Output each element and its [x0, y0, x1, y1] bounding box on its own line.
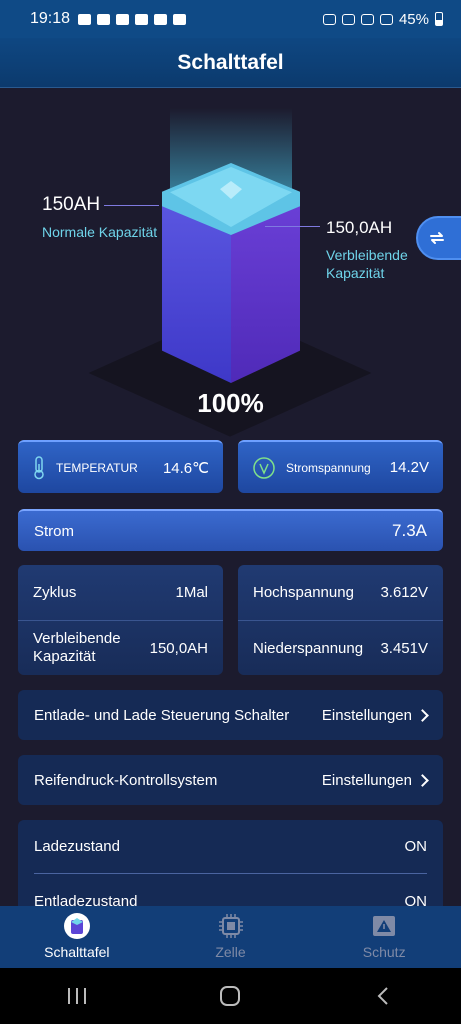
status-time: 19:18	[30, 10, 71, 27]
recent-apps-icon	[67, 988, 86, 1004]
chevron-right-icon	[416, 773, 429, 787]
discharge-state-label: Entladezustand	[34, 892, 138, 907]
signal-icon	[379, 13, 393, 25]
alarm-icon	[322, 13, 336, 25]
charge-control-settings-row[interactable]: Entlade- und Lade Steuerung Schalter Ein…	[18, 690, 443, 740]
back-button[interactable]	[364, 976, 404, 1016]
high-voltage-value: 3.612V	[380, 584, 428, 601]
cycle-label: Zyklus	[33, 584, 77, 601]
warning-icon	[373, 916, 396, 936]
mute-icon	[341, 13, 355, 25]
drive-icon	[173, 13, 187, 25]
app-header: Schalttafel	[0, 38, 461, 88]
system-nav-bar	[0, 968, 461, 1024]
battery-illustration	[88, 108, 372, 437]
voltage-label: Stromspannung	[286, 460, 371, 475]
battery-percent: 45%	[398, 10, 429, 28]
high-voltage-label: Hochspannung	[253, 584, 354, 601]
voltage-card: Stromspannung 14.2V	[238, 440, 443, 493]
remaining-capacity-row-value: 150,0AH	[149, 639, 208, 657]
nav-label-protection: Schutz	[362, 944, 406, 960]
tire-pressure-label: Reifendruck-Kontrollsystem	[34, 771, 218, 789]
cycle-value: 1Mal	[175, 584, 208, 601]
notification-icons	[78, 13, 187, 25]
battery-icon	[63, 913, 90, 939]
charge-state-label: Ladezustand	[34, 838, 120, 855]
thermometer-icon	[34, 455, 44, 479]
status-bar: 19:18 45%	[0, 0, 461, 38]
status-right: 45%	[322, 10, 443, 28]
charge-state-card: Ladezustand ON Entladezustand ON	[18, 820, 443, 906]
battery-cube	[162, 163, 300, 403]
home-icon	[220, 986, 241, 1006]
current-value: 7.3A	[392, 521, 427, 540]
battery-status-icon	[435, 12, 443, 26]
wifi-icon	[360, 13, 374, 25]
charge-control-label: Entlade- und Lade Steuerung Schalter	[34, 706, 290, 724]
youtube-icon	[135, 13, 149, 25]
nav-tab-cell[interactable]: Zelle	[154, 906, 308, 968]
youtube-icon	[97, 13, 111, 25]
voltage-icon	[253, 456, 275, 479]
cell-chip-icon	[218, 914, 243, 938]
low-voltage-label: Niederspannung	[253, 639, 364, 657]
cycle-row: Zyklus 1Mal	[18, 565, 223, 620]
voltage-value: 14.2V	[389, 459, 429, 476]
nav-tab-protection[interactable]: Schutz	[307, 906, 461, 968]
remaining-capacity-line	[265, 226, 320, 227]
discharge-state-row: Entladezustand ON	[34, 874, 428, 907]
remaining-capacity-row: Verbleibende Kapazität 150,0AH	[18, 620, 223, 675]
current-label: Strom	[34, 522, 75, 540]
charge-state-value: ON	[404, 838, 428, 855]
home-button[interactable]	[210, 976, 250, 1016]
remaining-capacity-row-label: Verbleibende Kapazität	[33, 630, 121, 665]
swap-icon	[430, 232, 444, 244]
charge-state-row: Ladezustand ON	[34, 820, 427, 874]
recent-apps-button[interactable]	[57, 976, 97, 1016]
tire-pressure-settings-link[interactable]: Einstellungen	[322, 772, 429, 789]
temperature-value: 14.6℃	[162, 459, 209, 477]
cell-voltage-card: Hochspannung 3.612V Niederspannung 3.451…	[238, 565, 443, 675]
drive-icon	[154, 13, 168, 25]
low-voltage-row: Niederspannung 3.451V	[238, 620, 443, 675]
page-title: Schalttafel	[177, 50, 284, 74]
whatsapp-icon	[78, 13, 92, 25]
chevron-right-icon	[416, 708, 429, 722]
bottom-nav: Schalttafel Zelle Schutz	[0, 906, 461, 968]
switch-device-button[interactable]	[416, 216, 461, 260]
charge-percent: 100%	[197, 388, 264, 418]
dashboard-content: 150AH Normale Kapazität 150,0AH Verbleib…	[0, 88, 461, 906]
nominal-capacity-label: Normale Kapazität	[42, 224, 158, 240]
nominal-capacity-line	[104, 205, 159, 206]
nominal-capacity-value: 150AH	[42, 194, 101, 215]
temperature-label: TEMPERATUR	[56, 460, 138, 475]
tire-pressure-settings-row[interactable]: Reifendruck-Kontrollsystem Einstellungen	[18, 755, 443, 805]
temperature-card: TEMPERATUR 14.6℃	[18, 440, 223, 493]
back-icon	[377, 987, 388, 1005]
mail-icon	[116, 13, 130, 25]
current-card: Strom 7.3A	[18, 509, 443, 551]
remaining-capacity-value: 150,0AH	[326, 218, 393, 237]
nav-label-dashboard: Schalttafel	[44, 944, 110, 960]
cycle-capacity-card: Zyklus 1Mal Verbleibende Kapazität 150,0…	[18, 565, 223, 675]
discharge-state-value: ON	[404, 892, 428, 907]
remaining-capacity-label: Verbleibende Kapazität	[326, 247, 408, 281]
charge-control-settings-link[interactable]: Einstellungen	[322, 707, 429, 724]
high-voltage-row: Hochspannung 3.612V	[238, 565, 443, 620]
status-left: 19:18	[30, 10, 187, 28]
nav-label-cell: Zelle	[215, 944, 246, 960]
low-voltage-value: 3.451V	[380, 639, 428, 657]
nav-tab-dashboard[interactable]: Schalttafel	[0, 906, 154, 968]
